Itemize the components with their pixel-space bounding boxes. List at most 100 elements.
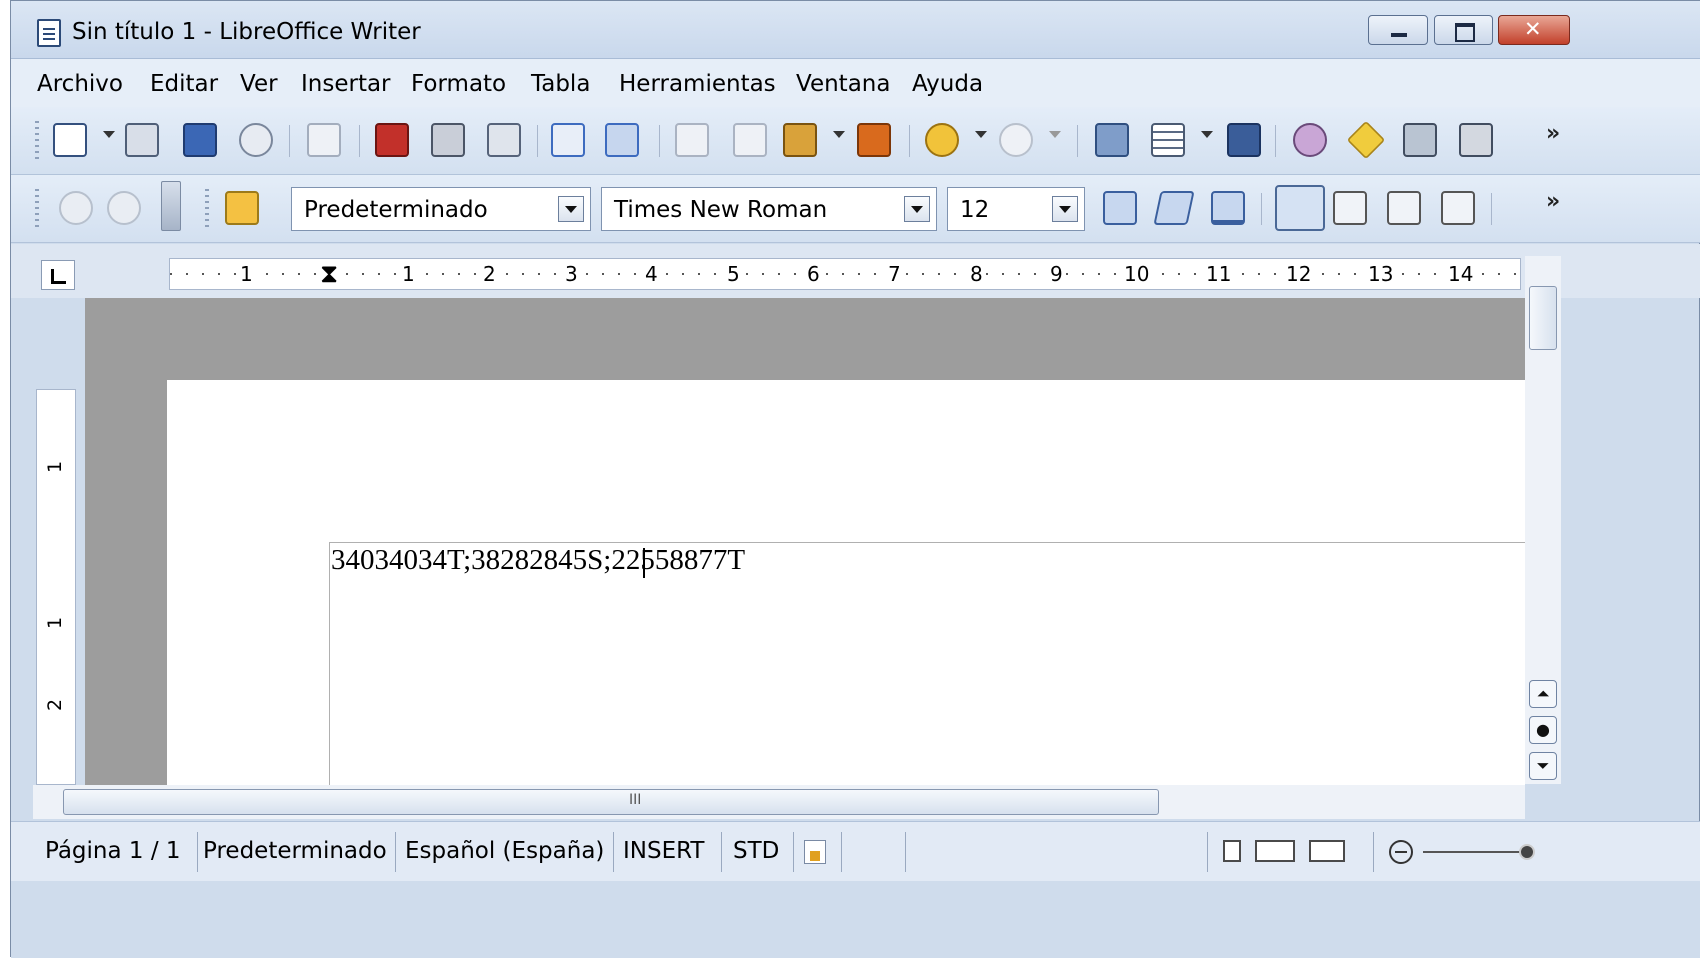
paragraph-style-combo[interactable]: Predeterminado	[291, 187, 591, 231]
menu-archivo[interactable]: Archivo	[37, 71, 123, 97]
paste-icon[interactable]	[783, 123, 817, 157]
menu-editar[interactable]: Editar	[150, 71, 218, 97]
page[interactable]: 34034034T;38282845S;22558877T	[167, 380, 1525, 785]
toolbar-overflow-icon[interactable]: »	[1546, 121, 1560, 146]
document-area[interactable]: 34034034T;38282845S;22558877T	[85, 298, 1525, 785]
book-view-icon[interactable]	[1309, 840, 1345, 862]
single-page-view-icon[interactable]	[1223, 840, 1241, 862]
toolbar-separator	[1275, 125, 1276, 157]
toolbar-grip[interactable]	[35, 121, 39, 161]
print-icon[interactable]	[431, 123, 465, 157]
draw-functions-icon[interactable]	[1227, 123, 1261, 157]
save-icon[interactable]	[183, 123, 217, 157]
vertical-scrollbar[interactable]: ⏶ ● ⏷	[1525, 256, 1561, 784]
align-right-icon[interactable]	[1387, 191, 1421, 225]
multi-page-view-icon[interactable]	[1255, 840, 1295, 862]
horizontal-scroll-thumb[interactable]: III	[63, 789, 1159, 815]
vertical-scroll-thumb[interactable]	[1529, 286, 1557, 350]
find-replace-icon[interactable]	[1293, 123, 1327, 157]
copy-icon[interactable]	[733, 123, 767, 157]
export-pdf-icon[interactable]	[375, 123, 409, 157]
cut-icon[interactable]	[675, 123, 709, 157]
chevron-down-icon[interactable]	[904, 196, 930, 222]
align-center-icon[interactable]	[1333, 191, 1367, 225]
align-left-icon[interactable]	[1275, 185, 1325, 231]
maximize-button[interactable]	[1434, 15, 1493, 45]
data-sources-icon[interactable]	[1403, 123, 1437, 157]
toolbar-overflow-icon[interactable]: »	[1546, 189, 1560, 214]
menu-formato[interactable]: Formato	[411, 71, 506, 97]
paste-dropdown-icon[interactable]	[833, 131, 845, 138]
horizontal-ruler[interactable]: 1 ⧗ 1 2 3 4 5 6 7 8 9 10 11 12 13 14	[169, 258, 1521, 290]
toolbar-separator	[1261, 193, 1262, 225]
menu-ayuda[interactable]: Ayuda	[912, 71, 983, 97]
edit-file-icon[interactable]	[307, 123, 341, 157]
toolbar-grip[interactable]	[35, 189, 39, 229]
ruler-label: 4	[645, 262, 658, 286]
table-icon[interactable]	[1151, 123, 1185, 157]
undo-dropdown-icon[interactable]	[975, 131, 987, 138]
zoom-slider[interactable]	[1423, 851, 1533, 853]
nonprinting-chars-icon[interactable]	[1459, 123, 1493, 157]
application-window: Sin título 1 - LibreOffice Writer Archiv…	[10, 0, 1700, 958]
chevron-down-icon[interactable]	[558, 196, 584, 222]
italic-icon[interactable]	[1153, 191, 1195, 225]
ruler-label: 1	[44, 616, 67, 630]
undo-icon[interactable]	[925, 123, 959, 157]
page-style[interactable]: Predeterminado	[203, 838, 387, 864]
underline-icon[interactable]	[1211, 191, 1245, 225]
insert-mode[interactable]: INSERT	[623, 838, 704, 864]
title-bar[interactable]: Sin título 1 - LibreOffice Writer	[11, 1, 1700, 59]
vertical-ruler[interactable]: 1 1 2	[36, 389, 76, 785]
horizontal-scrollbar[interactable]: III	[33, 785, 1525, 819]
navigation-icon[interactable]: ●	[1529, 716, 1557, 744]
menu-insertar[interactable]: Insertar	[301, 71, 391, 97]
zoom-slider-handle[interactable]	[1519, 844, 1535, 860]
spellcheck-icon[interactable]	[551, 123, 585, 157]
redo-dropdown-icon[interactable]	[1049, 131, 1061, 138]
status-separator	[905, 832, 906, 872]
email-icon[interactable]	[239, 123, 273, 157]
chevron-down-icon[interactable]	[1052, 196, 1078, 222]
document-text[interactable]: 34034034T;38282845S;22558877T	[331, 544, 745, 577]
ruler-label: 1	[240, 262, 253, 286]
page-count[interactable]: Página 1 / 1	[45, 838, 181, 864]
new-dropdown-icon[interactable]	[103, 131, 115, 138]
new-document-icon[interactable]	[53, 123, 87, 157]
menu-bar: Archivo Editar Ver Insertar Formato Tabl…	[11, 59, 1700, 107]
font-size-combo[interactable]: 12	[947, 187, 1085, 231]
open-icon[interactable]	[125, 123, 159, 157]
toolbar-handle[interactable]	[161, 181, 181, 231]
navigator-icon[interactable]	[1095, 123, 1129, 157]
first-indent-marker[interactable]: ⧗	[320, 259, 339, 289]
menu-ventana[interactable]: Ventana	[796, 71, 890, 97]
back-icon[interactable]	[59, 191, 93, 225]
status-separator	[721, 832, 722, 872]
writer-document-icon	[37, 19, 61, 47]
close-button[interactable]	[1498, 15, 1570, 45]
document-modified-icon[interactable]	[804, 840, 826, 864]
menu-herramientas[interactable]: Herramientas	[619, 71, 776, 97]
toolbar-grip[interactable]	[205, 189, 209, 229]
tab-type-selector[interactable]	[41, 260, 75, 290]
gallery-icon[interactable]	[1346, 120, 1386, 160]
page-preview-icon[interactable]	[487, 123, 521, 157]
zoom-out-icon[interactable]	[1389, 840, 1413, 864]
forward-icon[interactable]	[107, 191, 141, 225]
justify-icon[interactable]	[1441, 191, 1475, 225]
font-name-combo[interactable]: Times New Roman	[601, 187, 937, 231]
language[interactable]: Español (España)	[405, 838, 604, 864]
styles-icon[interactable]	[225, 191, 259, 225]
menu-ver[interactable]: Ver	[240, 71, 278, 97]
autospellcheck-icon[interactable]	[605, 123, 639, 157]
redo-icon[interactable]	[999, 123, 1033, 157]
ruler-label: 7	[888, 262, 901, 286]
bold-icon[interactable]	[1103, 191, 1137, 225]
selection-mode[interactable]: STD	[733, 838, 779, 864]
table-dropdown-icon[interactable]	[1201, 131, 1213, 138]
minimize-button[interactable]	[1368, 15, 1428, 45]
next-page-icon[interactable]: ⏷	[1529, 752, 1557, 780]
menu-tabla[interactable]: Tabla	[531, 71, 590, 97]
clone-formatting-icon[interactable]	[857, 123, 891, 157]
previous-page-icon[interactable]: ⏶	[1529, 680, 1557, 708]
